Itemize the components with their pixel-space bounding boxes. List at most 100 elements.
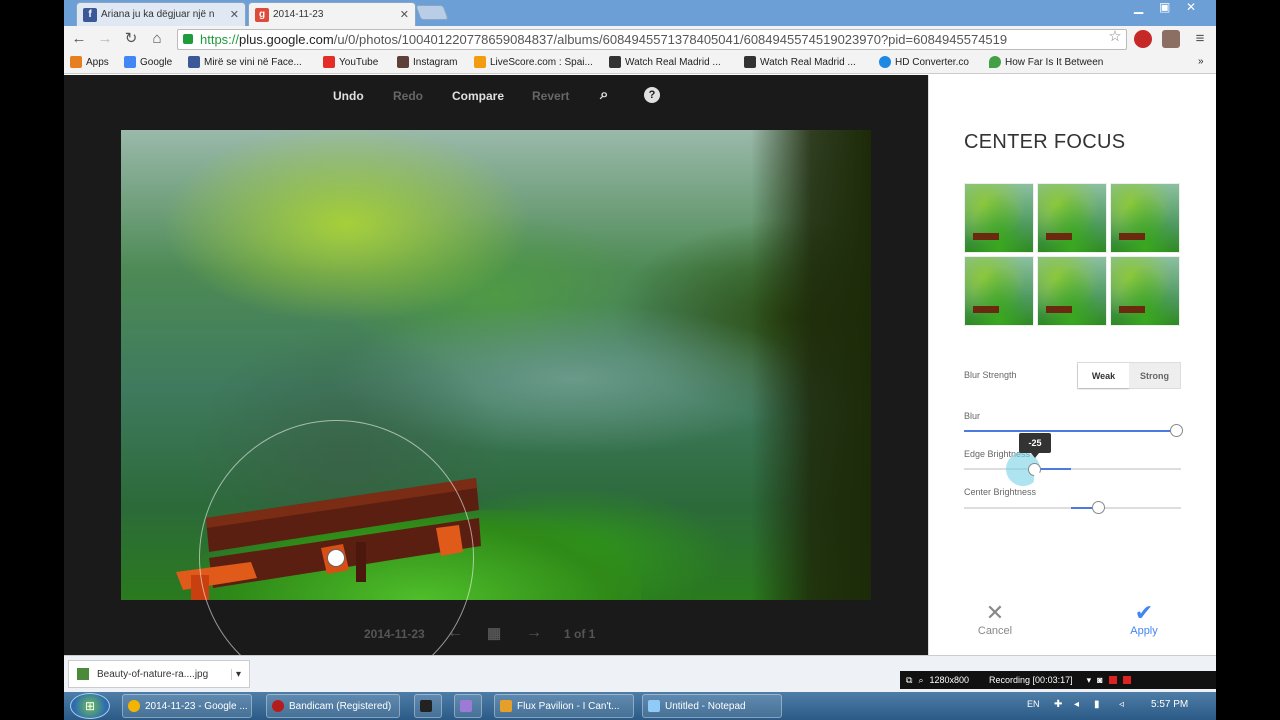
stop-icon[interactable]: [1108, 676, 1117, 684]
dropdown-arrow-icon[interactable]: ▾: [1087, 675, 1092, 686]
blur-slider-knob[interactable]: [1170, 424, 1183, 437]
compare-button[interactable]: Compare: [452, 89, 504, 103]
google-plus-icon: g: [255, 7, 269, 22]
bookmarks-overflow[interactable]: »: [1198, 56, 1204, 67]
taskbar-bandicam[interactable]: Bandicam (Registered): [266, 694, 400, 718]
close-icon[interactable]: ✕: [230, 8, 239, 21]
blur-slider-track[interactable]: [964, 430, 1181, 432]
apps-icon: [70, 56, 82, 68]
new-tab-button[interactable]: [415, 5, 449, 20]
preset-thumbnail[interactable]: [1037, 183, 1107, 253]
undo-button[interactable]: Undo: [333, 89, 364, 103]
zoom-icon[interactable]: ⌕: [600, 86, 608, 103]
filter-panel: CENTER FOCUS Blur Strength Weak Strong B…: [928, 75, 1216, 655]
grid-icon[interactable]: ▦: [487, 624, 501, 642]
center-brightness-knob[interactable]: [1092, 501, 1105, 514]
recording-resolution: 1280x800: [929, 675, 970, 685]
address-bar[interactable]: https://plus.google.com/u/0/photos/10040…: [177, 29, 1127, 50]
strong-button[interactable]: Strong: [1129, 363, 1180, 388]
bookmark-real-madrid-2[interactable]: Watch Real Madrid ...: [744, 56, 856, 68]
bookmark-how-far[interactable]: How Far Is It Between: [989, 56, 1103, 68]
tray-icon[interactable]: ✚: [1054, 699, 1062, 710]
back-icon[interactable]: ←: [70, 30, 88, 48]
value-tooltip: -25: [1019, 433, 1051, 458]
dropdown-arrow-icon[interactable]: ▾: [230, 668, 241, 680]
center-brightness-label: Center Brightness: [964, 487, 1037, 497]
taskbar-notepad[interactable]: Untitled - Notepad: [642, 694, 782, 718]
apply-button[interactable]: ✔ Apply: [1114, 601, 1174, 638]
bookmark-livescore[interactable]: LiveScore.com : Spai...: [474, 56, 593, 68]
bandicam-icon: [272, 700, 284, 712]
notepad-icon: [648, 700, 660, 712]
menu-icon[interactable]: ≡: [1191, 30, 1209, 48]
preset-thumbnail[interactable]: [1110, 256, 1180, 326]
taskbar-chrome[interactable]: 2014-11-23 - Google ...: [122, 694, 252, 718]
google-icon: [124, 56, 136, 68]
bookmark-youtube[interactable]: YouTube: [323, 56, 378, 68]
taskbar-label: Bandicam (Registered): [289, 700, 392, 712]
tab-google-plus[interactable]: g 2014-11-23 ✕: [248, 2, 416, 26]
close-icon: ✕: [985, 600, 1005, 625]
chevron-right-icon: »: [1198, 56, 1204, 67]
forward-icon[interactable]: →: [96, 30, 114, 48]
volume-icon[interactable]: ◃: [1119, 699, 1124, 710]
blur-strength-label: Blur Strength: [964, 370, 1017, 380]
revert-button[interactable]: Revert: [532, 89, 569, 103]
bookmark-real-madrid-1[interactable]: Watch Real Madrid ...: [609, 56, 721, 68]
tray-icon[interactable]: ◂: [1074, 699, 1079, 710]
url-scheme: https://: [200, 32, 240, 47]
youtube-icon: [323, 56, 335, 68]
star-icon[interactable]: ☆: [1106, 28, 1124, 46]
close-icon[interactable]: ✕: [400, 8, 409, 21]
preset-thumbnail[interactable]: [964, 183, 1034, 253]
taskbar-app[interactable]: [414, 694, 442, 718]
weak-button[interactable]: Weak: [1078, 363, 1129, 388]
bookmark-apps[interactable]: Apps: [70, 56, 109, 68]
photo-editor: Undo Redo Compare Revert ⌕ ? 2014-11-23 …: [64, 75, 928, 695]
network-icon[interactable]: ▮: [1094, 699, 1100, 710]
dark-foliage: [751, 130, 871, 600]
start-button[interactable]: ⊞: [70, 693, 110, 719]
taskbar-media[interactable]: Flux Pavilion - I Can't...: [494, 694, 634, 718]
bookmark-hd-converter[interactable]: HD Converter.co: [879, 56, 969, 68]
tab-facebook[interactable]: f Ariana ju ka dëgjuar një n ✕: [76, 2, 246, 26]
bookmark-icon: [609, 56, 621, 68]
taskbar-app[interactable]: [454, 694, 482, 718]
help-icon[interactable]: ?: [644, 87, 660, 103]
window-icon[interactable]: ⧉: [906, 675, 912, 686]
next-arrow-icon[interactable]: →: [526, 624, 542, 642]
download-item[interactable]: Beauty-of-nature-ra....jpg ▾: [68, 660, 250, 688]
record-icon[interactable]: [1122, 676, 1131, 684]
image-file-icon: [77, 668, 89, 680]
zoom-icon[interactable]: ⌕: [918, 675, 923, 686]
prev-arrow-icon[interactable]: ←: [447, 624, 463, 642]
bookmark-label: Mirë se vini në Face...: [204, 56, 302, 68]
maximize-icon[interactable]: ▣: [1159, 0, 1170, 14]
app-icon: [460, 700, 472, 712]
preset-thumbnail[interactable]: [1110, 183, 1180, 253]
center-brightness-track[interactable]: [964, 507, 1181, 509]
clock[interactable]: 5:57 PM: [1151, 699, 1188, 710]
left-letterbox: [0, 0, 64, 720]
hd-converter-icon: [879, 56, 891, 68]
bookmark-google[interactable]: Google: [124, 56, 172, 68]
instagram-extension-icon[interactable]: [1162, 30, 1180, 48]
redo-button[interactable]: Redo: [393, 89, 423, 103]
bookmark-label: How Far Is It Between: [1005, 56, 1104, 68]
extension-icon[interactable]: [1134, 30, 1152, 48]
camera-icon[interactable]: ◙: [1097, 675, 1102, 685]
focus-center-handle[interactable]: [327, 549, 345, 567]
edge-brightness-track[interactable]: [964, 468, 1181, 470]
minimize-icon[interactable]: ▁: [1134, 0, 1143, 14]
bookmark-facebook[interactable]: Mirë se vini në Face...: [188, 56, 302, 68]
bookmark-label: LiveScore.com : Spai...: [490, 56, 593, 68]
cancel-button[interactable]: ✕ Cancel: [965, 600, 1025, 638]
bookmark-instagram[interactable]: Instagram: [397, 56, 457, 68]
preset-thumbnail[interactable]: [1037, 256, 1107, 326]
language-indicator[interactable]: EN: [1027, 699, 1040, 709]
home-icon[interactable]: ⌂: [148, 30, 166, 48]
reload-icon[interactable]: ↻: [122, 30, 140, 48]
bookmark-label: YouTube: [339, 56, 379, 68]
close-window-icon[interactable]: ✕: [1186, 0, 1196, 14]
preset-thumbnail[interactable]: [964, 256, 1034, 326]
